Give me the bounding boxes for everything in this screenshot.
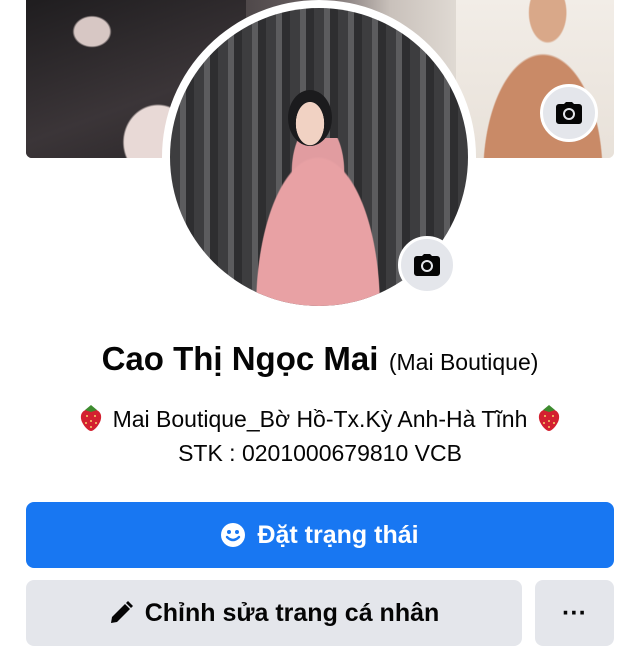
camera-icon — [556, 102, 582, 124]
edit-profile-button[interactable]: Chỉnh sửa trang cá nhân — [26, 580, 522, 646]
more-options-button[interactable]: ··· — [535, 580, 614, 646]
profile-name-row: Cao Thị Ngọc Mai (Mai Boutique) — [0, 340, 640, 378]
set-status-button[interactable]: Đặt trạng thái — [26, 502, 614, 568]
strawberry-icon — [538, 405, 559, 431]
cover-photo-right-area — [456, 0, 614, 158]
profile-picture-dress — [248, 138, 388, 306]
bio-line-1: Mai Boutique_Bờ Hồ-Tx.Kỳ Anh-Hà Tĩnh — [0, 402, 640, 436]
pencil-icon — [110, 601, 133, 623]
profile-name: Cao Thị Ngọc Mai — [101, 340, 379, 377]
edit-cover-photo-button[interactable] — [540, 84, 598, 142]
edit-profile-picture-button[interactable] — [398, 236, 456, 294]
profile-picture-head — [288, 90, 332, 146]
edit-profile-label: Chỉnh sửa trang cá nhân — [144, 598, 440, 627]
more-options-icon: ··· — [562, 598, 587, 627]
profile-bio: Mai Boutique_Bờ Hồ-Tx.Kỳ Anh-Hà Tĩnh STK… — [0, 402, 640, 470]
bio-line-2: STK : 0201000679810 VCB — [178, 440, 462, 466]
set-status-label: Đặt trạng thái — [257, 520, 419, 549]
strawberry-icon — [81, 405, 102, 431]
profile-alternate-name: (Mai Boutique) — [388, 349, 539, 375]
bio-text-1: Mai Boutique_Bờ Hồ-Tx.Kỳ Anh-Hà Tĩnh — [112, 406, 528, 432]
smiley-icon — [221, 523, 246, 547]
camera-icon — [414, 254, 440, 276]
